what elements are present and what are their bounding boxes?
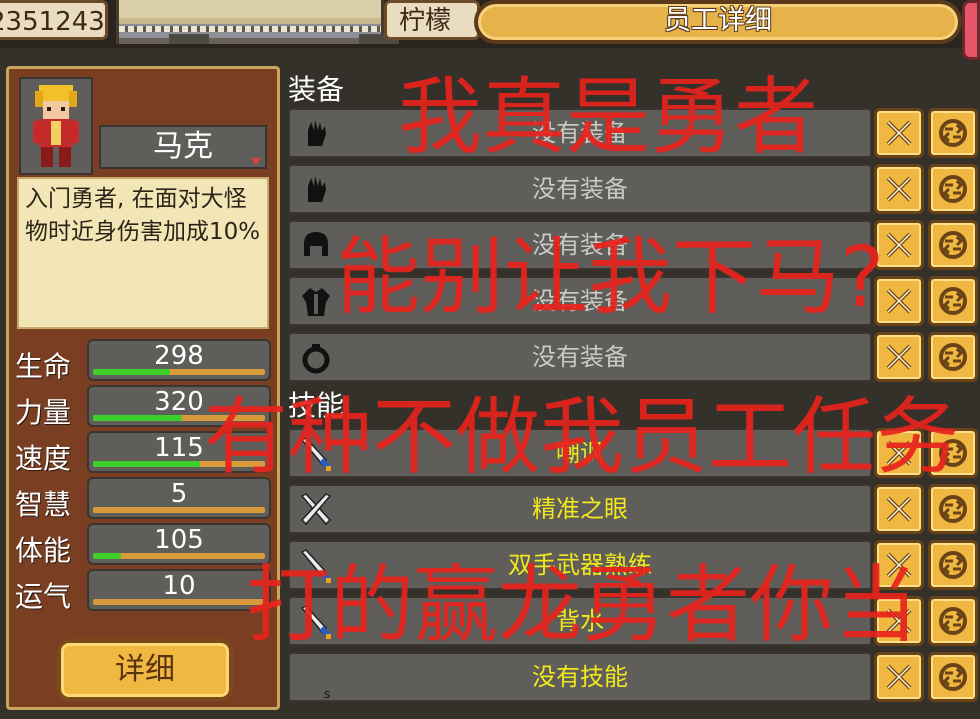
stat-label: 运气: [15, 580, 72, 613]
slot-label: 精准之眼: [532, 495, 628, 523]
stat-label: 体能: [15, 534, 72, 567]
slot-label: 没有装备: [532, 343, 628, 371]
slot-label: 没有装备: [532, 119, 628, 147]
swap-button[interactable]: [928, 108, 978, 158]
equipment-slot[interactable]: 没有装备: [288, 276, 872, 326]
stat-progress-fill: [93, 369, 171, 375]
swap-button[interactable]: [928, 164, 978, 214]
remove-button[interactable]: [874, 276, 924, 326]
top-bar: 2351243 柠檬 员工详细: [0, 0, 980, 60]
stat-progress-fill: [93, 461, 200, 467]
remove-button[interactable]: [874, 540, 924, 590]
swap-button[interactable]: [928, 596, 978, 646]
remove-button[interactable]: [874, 428, 924, 478]
stat-row: 运气 10: [13, 569, 275, 613]
remove-button[interactable]: [874, 108, 924, 158]
stat-value: 105: [154, 525, 204, 555]
window-title-bar: 员工详细: [474, 0, 962, 44]
stat-value: 298: [154, 341, 204, 371]
town-scene-thumbnail: [116, 0, 399, 44]
detail-button[interactable]: 详细: [57, 639, 233, 701]
stat-row: 速度 115: [13, 431, 275, 475]
close-tab[interactable]: [962, 0, 980, 60]
employee-name-field[interactable]: 马克: [99, 125, 267, 169]
fence-rail: [119, 26, 381, 32]
stat-label: 生命: [15, 350, 72, 383]
avatar: [19, 77, 93, 175]
stat-bar: 298: [87, 339, 271, 381]
stat-bar: 320: [87, 385, 271, 427]
slot-label: 没有技能: [532, 663, 628, 691]
hero-sprite-icon: [33, 85, 79, 167]
stat-row: 生命 298: [13, 339, 275, 383]
stat-progress-track: [93, 553, 265, 559]
stat-bar: 115: [87, 431, 271, 473]
stat-row: 智慧 5: [13, 477, 275, 521]
skill-slot[interactable]: 背水: [288, 596, 872, 646]
stone-block: [169, 34, 209, 44]
swap-button[interactable]: [928, 484, 978, 534]
swap-button[interactable]: [928, 428, 978, 478]
employee-info-panel: 马克 入门勇者, 在面对大怪物时近身伤害加成10% 生命 298 力量 320 速度 11…: [6, 66, 280, 710]
swap-button[interactable]: [928, 540, 978, 590]
slot-label: 背水: [556, 607, 604, 635]
window-title: 员工详细: [664, 5, 772, 36]
skill-slot[interactable]: 精准之眼: [288, 484, 872, 534]
stat-row: 力量 320: [13, 385, 275, 429]
employee-description: 入门勇者, 在面对大怪物时近身伤害加成10%: [17, 177, 269, 329]
equipment-slot[interactable]: 没有装备: [288, 332, 872, 382]
stat-label: 速度: [15, 442, 72, 475]
skill-slot[interactable]: 双手武器熟练: [288, 540, 872, 590]
stat-progress-fill: [93, 553, 121, 559]
equipment-slot[interactable]: 没有装备: [288, 164, 872, 214]
remove-button[interactable]: [874, 596, 924, 646]
stat-value: 320: [154, 387, 204, 417]
stat-progress-track: [93, 415, 265, 421]
stat-value: 115: [154, 433, 204, 463]
slot-label: 嘲讽: [556, 439, 604, 467]
city-name-display: 柠檬: [384, 0, 480, 40]
stat-value: 10: [162, 571, 196, 601]
remove-button[interactable]: [874, 484, 924, 534]
stat-label: 力量: [15, 396, 72, 429]
slot-label: 没有装备: [532, 175, 628, 203]
remove-button[interactable]: [874, 652, 924, 702]
slot-label: 没有装备: [532, 287, 628, 315]
remove-button[interactable]: [874, 164, 924, 214]
stat-progress-fill: [93, 415, 183, 421]
remove-button[interactable]: [874, 332, 924, 382]
skills-header: 技能: [288, 389, 345, 422]
swap-button[interactable]: [928, 276, 978, 326]
stat-progress-track: [93, 507, 265, 513]
employee-name: 马克: [153, 129, 213, 164]
slot-label: 双手武器熟练: [508, 551, 652, 579]
equipment-header: 装备: [288, 73, 345, 106]
remove-button[interactable]: [874, 220, 924, 270]
stat-value: 5: [170, 479, 188, 509]
stat-progress-track: [93, 599, 265, 605]
stat-bar: 105: [87, 523, 271, 565]
dropdown-triangle-icon: [251, 158, 261, 165]
stat-label: 智慧: [15, 488, 72, 521]
money-display: 2351243: [0, 0, 108, 40]
stat-progress-track: [93, 461, 265, 467]
swap-button[interactable]: [928, 220, 978, 270]
swap-button[interactable]: [928, 652, 978, 702]
stat-progress-track: [93, 369, 265, 375]
stat-bar: 5: [87, 477, 271, 519]
swap-button[interactable]: [928, 332, 978, 382]
equipment-slot[interactable]: 没有装备: [288, 220, 872, 270]
skill-slot[interactable]: s 没有技能: [288, 652, 872, 702]
equipment-slot[interactable]: 没有装备: [288, 108, 872, 158]
stat-bar: 10: [87, 569, 271, 611]
skill-slot[interactable]: 嘲讽: [288, 428, 872, 478]
stat-row: 体能 105: [13, 523, 275, 567]
slot-label: 没有装备: [532, 231, 628, 259]
